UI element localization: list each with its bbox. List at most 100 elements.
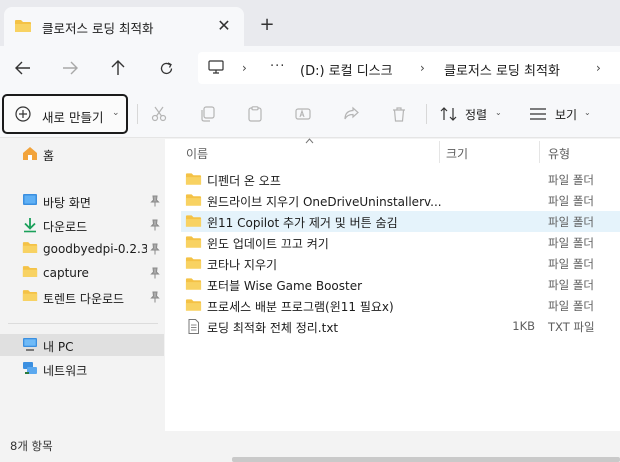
- desktop-icon: [22, 193, 38, 210]
- column-divider[interactable]: [439, 141, 440, 163]
- view-list-icon: [529, 105, 547, 123]
- navigation-pane: 홈 바탕 화면 다운로드 goodbyedpi-0.2.3rc captu: [0, 139, 165, 431]
- sort-icon: [440, 105, 458, 123]
- command-bar: 새로 만들기 ⌄ 정렬 ⌄ 보기 ⌄: [0, 90, 620, 138]
- refresh-icon: [160, 61, 172, 74]
- up-button[interactable]: [105, 56, 131, 80]
- column-divider[interactable]: [539, 141, 540, 163]
- horizontal-scrollbar[interactable]: [232, 457, 620, 462]
- home-icon: [22, 146, 38, 164]
- pin-icon[interactable]: [150, 243, 160, 258]
- toolbar-divider: [137, 104, 138, 124]
- refresh-button[interactable]: [153, 56, 179, 80]
- column-header-type[interactable]: 유형: [548, 145, 570, 162]
- folder-icon: [22, 265, 38, 281]
- file-name: 로딩 최적화 전체 정리.txt: [207, 321, 339, 335]
- breadcrumb-folder[interactable]: 클로저스 로딩 최적화: [444, 60, 560, 79]
- tab-bar: 클로저스 로딩 최적화 ✕ +: [0, 0, 620, 46]
- folder-icon: [185, 277, 202, 294]
- scissors-icon: [151, 106, 167, 122]
- column-header-size[interactable]: 크기: [446, 145, 468, 162]
- rename-button[interactable]: [294, 105, 312, 123]
- file-type: 파일 폴더: [548, 236, 594, 250]
- breadcrumb-drive[interactable]: (D:) 로컬 디스크: [300, 60, 393, 79]
- sidebar-item-desktop[interactable]: 바탕 화면: [0, 190, 164, 212]
- sidebar-item-label: 내 PC: [43, 340, 74, 354]
- folder-icon: [185, 172, 202, 189]
- new-button[interactable]: 새로 만들기 ⌄: [2, 94, 128, 134]
- file-row[interactable]: 원드라이브 지우기 OneDriveUninstallerv... 파일 폴더: [181, 190, 620, 211]
- sort-label: 정렬: [465, 108, 488, 122]
- file-row[interactable]: 윈11 Copilot 추가 제거 및 버튼 숨김 파일 폴더: [181, 211, 620, 232]
- monitor-icon: [208, 60, 224, 78]
- share-button[interactable]: [342, 105, 360, 123]
- copy-button[interactable]: [198, 105, 216, 123]
- breadcrumb-more-icon[interactable]: ···: [270, 59, 285, 74]
- folder-icon: [14, 19, 32, 36]
- file-name: 디펜더 온 오프: [207, 174, 281, 188]
- file-row[interactable]: 포터블 Wise Game Booster 파일 폴더: [181, 274, 620, 295]
- new-button-label: 새로 만들기: [42, 110, 104, 125]
- tab-current-folder[interactable]: 클로저스 로딩 최적화 ✕: [4, 7, 244, 46]
- sidebar-item-downloads[interactable]: 다운로드: [0, 214, 164, 236]
- chevron-right-icon[interactable]: ›: [596, 61, 601, 75]
- chevron-right-icon[interactable]: ›: [242, 61, 247, 75]
- file-row[interactable]: 프로세스 배분 프로그램(윈11 필요x) 파일 폴더: [181, 295, 620, 316]
- file-row[interactable]: 윈도 업데이트 끄고 켜기 파일 폴더: [181, 232, 620, 253]
- close-tab-icon[interactable]: ✕: [214, 16, 234, 36]
- file-row[interactable]: 디펜더 온 오프 파일 폴더: [181, 169, 620, 190]
- folder-icon: [185, 256, 202, 273]
- sidebar-item-label: goodbyedpi-0.2.3rc: [43, 242, 147, 256]
- chevron-down-icon: ⌄: [112, 108, 120, 118]
- pin-icon[interactable]: [150, 219, 160, 234]
- rename-icon: [295, 108, 311, 120]
- plus-circle-icon: [15, 106, 31, 125]
- address-bar[interactable]: › ··· (D:) 로컬 디스크 › 클로저스 로딩 최적화 ›: [198, 52, 620, 84]
- text-file-icon: [185, 319, 202, 337]
- column-header-name[interactable]: 이름: [186, 145, 208, 162]
- sidebar-item-goodbyedpi[interactable]: goodbyedpi-0.2.3rc: [0, 238, 164, 260]
- folder-icon: [185, 235, 202, 252]
- file-row[interactable]: 로딩 최적화 전체 정리.txt 1KB TXT 파일: [181, 316, 620, 337]
- folder-icon: [185, 214, 202, 231]
- forward-button[interactable]: [57, 56, 83, 80]
- file-type: 파일 폴더: [548, 215, 594, 229]
- item-count: 8개 항목: [10, 439, 53, 453]
- sidebar-item-capture[interactable]: capture: [0, 262, 164, 284]
- arrow-up-icon: [111, 60, 125, 75]
- file-name: 프로세스 배분 프로그램(윈11 필요x): [207, 300, 394, 314]
- folder-icon: [185, 193, 202, 210]
- sidebar-item-this-pc[interactable]: 내 PC: [0, 334, 164, 356]
- sidebar-item-label: 홈: [43, 149, 55, 163]
- file-name: 포터블 Wise Game Booster: [207, 279, 363, 293]
- sidebar-item-network[interactable]: 네트워크: [0, 358, 164, 380]
- new-tab-button[interactable]: +: [256, 14, 278, 36]
- file-type: 파일 폴더: [548, 173, 594, 187]
- cut-button[interactable]: [150, 105, 168, 123]
- sidebar-item-home[interactable]: 홈: [0, 143, 164, 165]
- folder-icon: [185, 298, 202, 315]
- copy-icon: [201, 106, 215, 122]
- back-button[interactable]: [10, 56, 36, 80]
- pin-icon[interactable]: [150, 267, 160, 282]
- folder-icon: [22, 241, 38, 257]
- computer-icon: [22, 337, 38, 355]
- file-type: 파일 폴더: [548, 257, 594, 271]
- chevron-right-icon[interactable]: ›: [420, 61, 425, 75]
- sidebar-item-label: 바탕 화면: [43, 196, 91, 210]
- arrow-right-icon: [63, 61, 78, 75]
- pin-icon[interactable]: [150, 291, 160, 306]
- chevron-down-icon: ⌄: [584, 108, 591, 117]
- chevron-down-icon: ⌄: [495, 108, 502, 117]
- file-row[interactable]: 코타나 지우기 파일 폴더: [181, 253, 620, 274]
- sidebar-item-label: capture: [43, 266, 89, 280]
- sidebar-item-label: 토렌트 다운로드: [43, 292, 125, 306]
- delete-button[interactable]: [390, 105, 408, 123]
- pin-icon[interactable]: [150, 195, 160, 210]
- paste-button[interactable]: [246, 105, 264, 123]
- file-name: 코타나 지우기: [207, 258, 278, 272]
- sidebar-item-torrent-downloads[interactable]: 토렌트 다운로드: [0, 286, 164, 308]
- download-icon: [22, 217, 38, 236]
- file-size: 1KB: [512, 319, 535, 333]
- network-icon: [22, 361, 38, 379]
